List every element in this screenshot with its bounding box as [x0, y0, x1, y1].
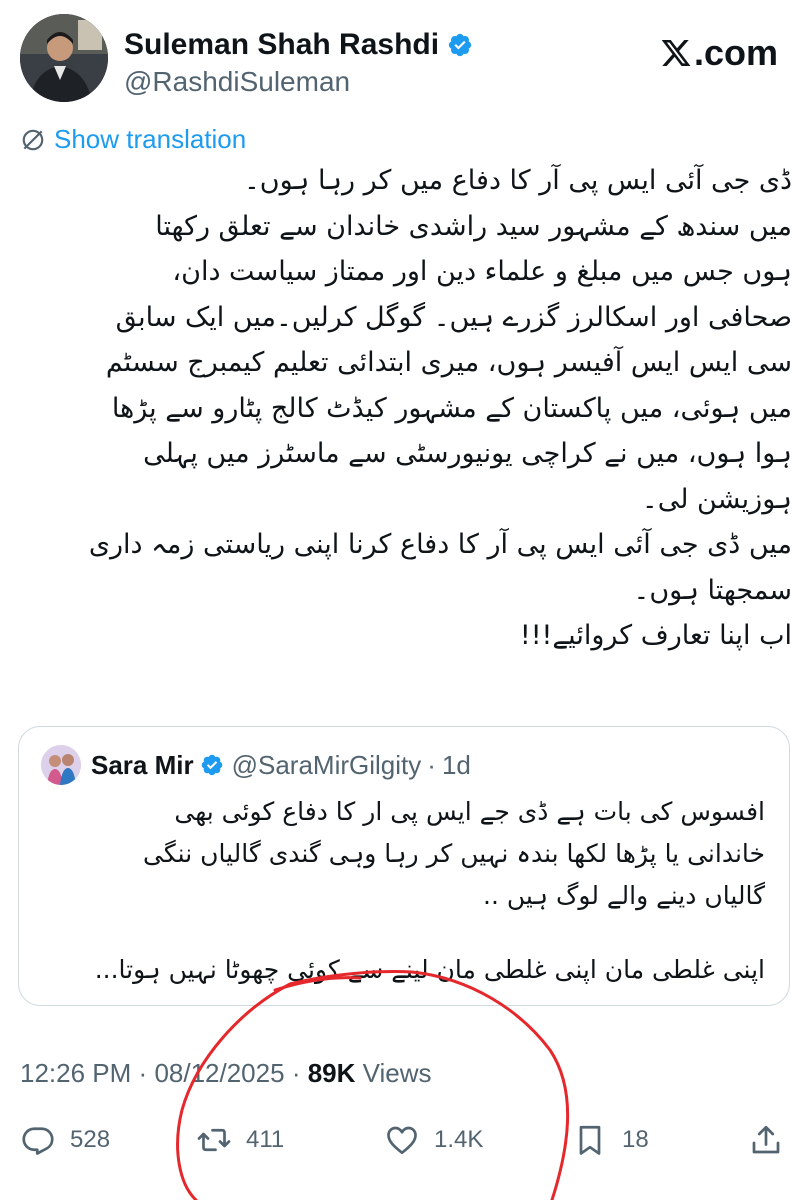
tweet-line: اب اپنا تعارف کروائیے!!! — [519, 620, 792, 651]
author-handle[interactable]: @RashdiSuleman — [124, 66, 350, 98]
tweet-line: سی ایس ایس آفیسر ہوں، میری ابتدائی تعلیم… — [105, 347, 792, 378]
reply-icon — [22, 1127, 54, 1155]
like-count: 1.4K — [434, 1126, 484, 1153]
like-button[interactable]: 1.4K — [384, 1116, 483, 1164]
quoted-line: افسوس کی بات ہے ڈی جے ایس پی ار کا دفاع … — [174, 797, 765, 826]
separator-dot: · — [138, 1058, 148, 1088]
translate-icon — [22, 129, 44, 150]
quoted-tweet-body: افسوس کی بات ہے ڈی جے ایس پی ار کا دفاع … — [45, 791, 765, 991]
tweet-time[interactable]: 12:26 PM — [20, 1058, 131, 1088]
quoted-author-handle[interactable]: @SaraMirGilgity — [232, 750, 422, 781]
x-logo-icon — [661, 40, 691, 66]
quoted-line: خاندانی یا پڑھا لکھا بندہ نہیں کر رہا وہ… — [143, 839, 765, 868]
x-brand-watermark: .com — [660, 32, 778, 74]
bookmark-icon — [579, 1125, 601, 1155]
show-translation-link[interactable]: Show translation — [20, 124, 246, 155]
quoted-tweet-time[interactable]: 1d — [442, 750, 471, 781]
reply-button[interactable]: 528 — [20, 1116, 110, 1164]
tweet-line: ہوا ہوں، میں نے کراچی یونیورسٹی سے ماسٹر… — [143, 438, 792, 469]
repost-count: 411 — [246, 1126, 285, 1153]
bookmark-button[interactable]: 18 — [572, 1116, 649, 1164]
quoted-tweet-header: Sara Mir @SaraMirGilgity · 1d — [41, 745, 471, 785]
author-display-name[interactable]: Suleman Shah Rashdi — [124, 28, 439, 62]
tweet-actions-bar: 528 411 1.4K 18 — [20, 1116, 792, 1166]
separator-dot: · — [427, 749, 436, 780]
tweet-meta: 12:26 PM · 08/12/2025 · 89K Views — [20, 1058, 432, 1089]
tweet-line: میں ہوئی، میں پاکستان کے مشہور کیڈٹ کالج… — [111, 392, 792, 424]
bookmark-count: 18 — [622, 1126, 649, 1153]
quoted-author-avatar[interactable] — [41, 745, 81, 785]
quoted-line: گالیاں دینے والے لوگ ہیں .. — [483, 881, 765, 910]
tweet-line: سمجھتا ہوں۔ — [633, 574, 792, 606]
heart-icon — [387, 1126, 417, 1155]
show-translation-label[interactable]: Show translation — [54, 124, 246, 155]
views-count[interactable]: 89K — [308, 1058, 356, 1088]
views-label[interactable]: Views — [363, 1058, 432, 1088]
quoted-line: اپنی غلطی مان اپنی غلطی مان لینے سے کوئی… — [94, 955, 765, 984]
tweet-line: ہوں جس میں مبلغ و علماء دین اور ممتاز سی… — [172, 256, 792, 287]
tweet-line: میں سندھ کے مشہور سید راشدی خاندان سے تع… — [155, 210, 792, 242]
repost-icon — [197, 1128, 231, 1152]
tweet-header: Suleman Shah Rashdi @RashdiSuleman .com — [20, 14, 790, 104]
tweet-line: ڈی جی آئی ایس پی آر کا دفاع میں کر رہا ہ… — [243, 165, 792, 196]
separator-dot: · — [291, 1058, 301, 1088]
quoted-author-display-name[interactable]: Sara Mir — [91, 750, 194, 781]
tweet-line: ہوزیشن لی۔ — [641, 483, 792, 515]
share-button[interactable] — [748, 1116, 784, 1164]
share-icon — [752, 1125, 780, 1154]
tweet-line: صحافی اور اسکالرز گزرے ہیں۔ گوگل کرلیں۔م… — [115, 301, 792, 333]
tweet-line: میں ڈی جی آئی ایس پی آر کا دفاع کرنا اپن… — [88, 529, 792, 560]
quoted-tweet-card[interactable]: Sara Mir @SaraMirGilgity · 1d افسوس کی ب… — [18, 726, 790, 1006]
tweet-date[interactable]: 08/12/2025 — [154, 1058, 284, 1088]
tweet-body: ڈی جی آئی ایس پی آر کا دفاع میں کر رہا ہ… — [20, 158, 792, 659]
verified-badge-icon — [201, 754, 222, 776]
verified-badge-icon — [448, 33, 472, 57]
reply-count: 528 — [70, 1126, 111, 1153]
brand-domain-label: .com — [693, 32, 778, 73]
author-avatar[interactable] — [20, 14, 108, 102]
repost-button[interactable]: 411 — [196, 1116, 284, 1164]
